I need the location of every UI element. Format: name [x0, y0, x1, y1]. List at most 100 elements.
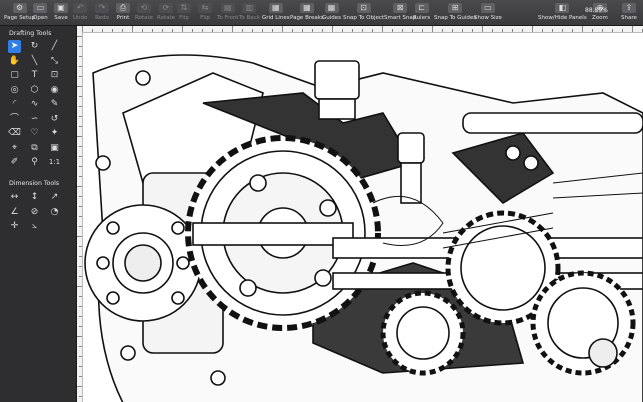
toolbar-to-front-button[interactable]: ▤ To Front — [217, 2, 238, 24]
gear-icon: ⚙ — [12, 3, 27, 13]
toolbar-redo-button[interactable]: ↷ Redo — [95, 2, 109, 24]
shape-tool-icon[interactable]: ◉ — [48, 84, 61, 97]
angle-dimension-icon[interactable]: ∠ — [8, 206, 21, 219]
snap-guides-icon: ⊞ — [448, 3, 463, 13]
toolbar-show-size-button[interactable]: ▭ Show Size — [474, 2, 502, 24]
ruler-tick — [282, 26, 283, 32]
toolbar-button-label: Flip — [200, 15, 210, 21]
star-shape-icon[interactable]: ✦ — [48, 127, 61, 140]
toolbar-open-button[interactable]: ▭ Open — [33, 2, 48, 24]
toolbar-undo-button[interactable]: ↶ Undo — [73, 2, 87, 24]
one-to-one-label[interactable]: 1:1 — [48, 156, 61, 169]
rotate-tool-icon[interactable]: ↻ — [28, 40, 41, 53]
textbox-tool-icon[interactable]: ⊡ — [48, 69, 61, 82]
toolbar-page-setup-button[interactable]: ⚙ Page Setup — [4, 2, 35, 24]
vertical-dimension-icon[interactable]: ↕ — [28, 191, 41, 204]
spiral-tool-icon[interactable]: ↺ — [48, 113, 61, 126]
ruler-tick — [79, 326, 82, 327]
gearbox-cutaway-drawing[interactable] — [83, 33, 643, 402]
rotate-icon: ⟲ — [137, 3, 151, 13]
ruler-tick — [79, 396, 82, 397]
ruler-tick — [612, 29, 613, 32]
ruler-tick — [79, 216, 82, 217]
toolbar-print-button[interactable]: ⎙ Print — [116, 2, 130, 24]
ruler-tick — [79, 66, 82, 67]
ruler-tick — [79, 356, 82, 357]
toolbar-snap-to-object-button[interactable]: ⊡ Snap To Object — [343, 2, 384, 24]
eraser-tool-icon[interactable]: ⌫ — [8, 127, 21, 140]
ruler-tick — [79, 56, 82, 57]
ruler-tick — [79, 96, 82, 97]
folder-icon: ▭ — [33, 3, 48, 13]
toolbar-button-label: Undo — [73, 15, 88, 21]
ruler-tick — [192, 29, 193, 32]
curve-tool-icon[interactable]: ∿ — [28, 98, 41, 111]
crosshair-tool-icon[interactable]: ⌖ — [8, 142, 21, 155]
toolbar-rotate-button[interactable]: ⟲ Rotate — [135, 2, 153, 24]
ruler-tick — [77, 186, 82, 187]
ruler-tick — [77, 136, 82, 137]
dimension-tools-title: Dimension Tools — [9, 180, 60, 187]
ruler-tick — [202, 29, 203, 32]
polygon-tool-icon[interactable]: ⬡ — [28, 84, 41, 97]
line-tool-2-icon[interactable]: ╲ — [28, 55, 41, 68]
toolbar-snap-to-guides-button[interactable]: ⊞ Snap To Guides — [434, 2, 476, 24]
ruler-tick — [552, 29, 553, 32]
ruler-tick — [162, 29, 163, 32]
pointer-tool-icon[interactable]: ➤ — [8, 40, 21, 53]
stamp-tool-icon[interactable]: ⧉ — [28, 142, 41, 155]
aligned-dimension-icon[interactable]: ↗ — [48, 191, 61, 204]
toolbar-flip-button[interactable]: ⇅ Flip — [177, 2, 191, 24]
ruler-tick — [492, 29, 493, 32]
center-mark-icon[interactable]: ✛ — [8, 220, 21, 233]
image-tool-icon[interactable]: ▣ — [48, 142, 61, 155]
ruler-tick — [79, 306, 82, 307]
ruler-tick — [382, 26, 383, 32]
toolbar-rotate-button[interactable]: ⟳ Rotate — [157, 2, 175, 24]
toolbar-share-button[interactable]: ⇪ Share — [621, 2, 637, 24]
pen-tool-icon[interactable]: ✎ — [48, 98, 61, 111]
rectangle-tool-icon[interactable]: ▢ — [8, 69, 21, 82]
toolbar-flip-button[interactable]: ⇆ Flip — [198, 2, 212, 24]
heart-shape-icon[interactable]: ♡ — [28, 127, 41, 140]
text-tool-icon[interactable]: T — [28, 69, 41, 82]
arc-tool-icon[interactable]: ◜ — [8, 98, 21, 111]
horizontal-dimension-icon[interactable]: ↔ — [8, 191, 21, 204]
ruler-tick — [77, 286, 82, 287]
ruler-tick — [92, 29, 93, 32]
circle-tool-icon[interactable]: ◎ — [8, 84, 21, 97]
redo-icon: ↷ — [95, 3, 109, 13]
toolbar-save-button[interactable]: ▣ Save — [54, 2, 68, 24]
eyedropper-tool-icon[interactable]: ✐ — [8, 156, 21, 169]
toolbar-show-hide-panels-button[interactable]: ◧ Show/Hide Panels — [538, 2, 587, 24]
freehand-tool-icon[interactable]: ⌒ — [8, 113, 21, 126]
toolbar-rulers-button[interactable]: ⊏ Rulers — [413, 2, 430, 24]
toolbar-smart-snap-button[interactable]: ⊠ Smart Snap — [384, 2, 416, 24]
magnify-tool-icon[interactable]: ⚲ — [28, 156, 41, 169]
ruler-tick — [332, 26, 333, 32]
dimension-line-icon[interactable]: ⤡ — [48, 55, 61, 68]
diameter-dimension-icon[interactable]: ⊘ — [28, 206, 41, 219]
toolbar-button-label: Share — [621, 15, 637, 21]
hand-tool-icon[interactable]: ✋ — [8, 55, 21, 68]
bezier-tool-icon[interactable]: ∽ — [28, 113, 41, 126]
toolbar-to-back-button[interactable]: ▥ To Back — [239, 2, 260, 24]
toolbar-grid-lines-button[interactable]: ▦ Grid Lines — [262, 2, 290, 24]
line-tool-icon[interactable]: ╱ — [48, 40, 61, 53]
drawing-canvas[interactable] — [77, 26, 643, 402]
toolbar-button-label: Snap To Guides — [434, 15, 477, 21]
radius-dimension-icon[interactable]: ◔ — [48, 206, 61, 219]
snap-object-icon: ⊡ — [356, 3, 371, 13]
ruler-tick — [622, 29, 623, 32]
angular-dimension-icon[interactable]: ⦣ — [28, 220, 41, 233]
ruler-tick — [532, 26, 533, 32]
toolbar-page-breaks-button[interactable]: ▦ Page Breaks — [290, 2, 324, 24]
toolbar-button-label: To Front — [217, 15, 239, 21]
ruler-tick — [442, 29, 443, 32]
toolbar-button-label: Show/Hide Panels — [538, 15, 587, 21]
ruler-tick — [542, 29, 543, 32]
ruler-tick — [102, 29, 103, 32]
ruler-tick — [232, 26, 233, 32]
toolbar-guides-button[interactable]: ▦ Guides — [322, 2, 341, 24]
toolbar-button-label: Snap To Object — [343, 15, 385, 21]
